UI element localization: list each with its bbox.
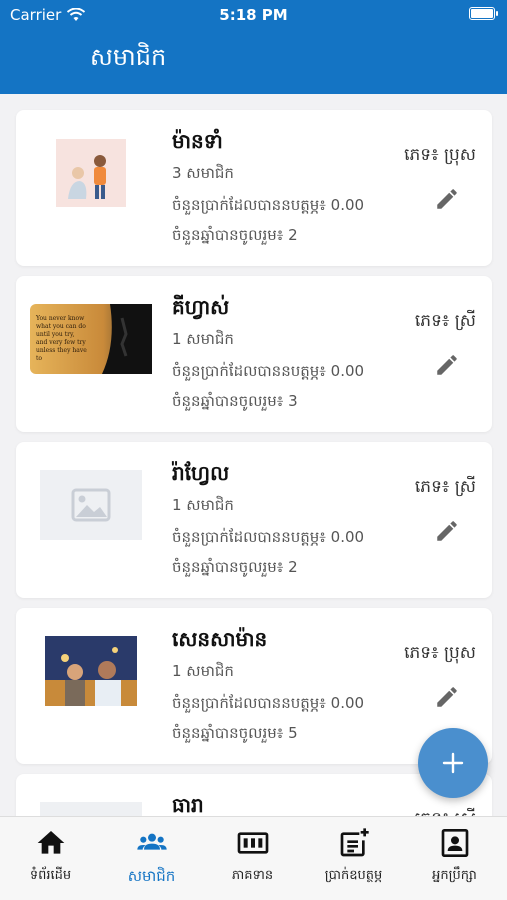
edit-icon[interactable] xyxy=(434,518,460,544)
advisor-icon xyxy=(441,829,468,857)
edit-icon[interactable] xyxy=(434,352,460,378)
member-name: ម៉ានទាំ xyxy=(172,129,223,153)
member-gender: ភេទ៖ ស្រី xyxy=(415,808,476,816)
member-card[interactable]: រ៉ាហ្វែល 1 សមាជិក ចំនួនប្រាក់ដែលបាននបត្ត… xyxy=(16,442,492,598)
app-header: Carrier 5:18 PM សមាជិក xyxy=(0,0,507,94)
add-member-button[interactable] xyxy=(418,728,488,798)
member-photo xyxy=(30,636,152,706)
member-years: ចំនួនឆ្នាំបានចូលរួម៖ 3 xyxy=(172,392,298,410)
shares-icon xyxy=(237,832,268,854)
svg-text:until you try,: until you try, xyxy=(36,331,75,338)
tab-advisor[interactable]: អ្នកប្រឹក្សា xyxy=(404,817,505,900)
edit-icon[interactable] xyxy=(434,684,460,710)
member-gender: ភេទ៖ ប្រុស xyxy=(404,643,476,663)
member-name: សេនសាម៉ាន xyxy=(172,627,268,651)
member-photo xyxy=(30,138,152,208)
member-years: ចំនួនឆ្នាំបានចូលរួម៖ 5 xyxy=(172,724,298,742)
bottom-tab-bar: ទំព័រដើម សមាជិក ភាគទាន ប្រាក់ឧបត្ថម្ភ អ្… xyxy=(0,816,507,900)
svg-text:unless they have: unless they have xyxy=(36,347,87,354)
plus-icon xyxy=(442,752,464,774)
member-count: 1 សមាជិក xyxy=(172,496,234,514)
member-count: 3 សមាជិក xyxy=(172,164,234,182)
tab-label: អ្នកប្រឹក្សា xyxy=(432,868,477,883)
svg-text:You never know: You never know xyxy=(35,315,85,322)
member-gender: ភេទ៖ ស្រី xyxy=(414,311,476,331)
member-amount: ចំនួនប្រាក់ដែលបាននបត្តម្ភ៖ 0.00 xyxy=(172,196,365,214)
member-amount: ចំនួនប្រាក់ដែលបាននបត្តម្ភ៖ 0.00 xyxy=(172,694,365,712)
member-gender: ភេទ៖ ស្រី xyxy=(414,477,476,497)
member-card[interactable]: You never know what you can do until you… xyxy=(16,276,492,432)
add-note-icon xyxy=(340,828,369,857)
member-years: ចំនួនឆ្នាំបានចូលរួម៖ 2 xyxy=(172,558,298,576)
battery-icon xyxy=(469,7,498,20)
member-card[interactable]: ម៉ានទាំ 3 សមាជិក ចំនួនប្រាក់ដែលបាននបត្តម… xyxy=(16,110,492,266)
svg-text:and very few try: and very few try xyxy=(36,339,86,346)
member-count: 1 សមាជិក xyxy=(172,662,234,680)
members-icon xyxy=(136,833,167,850)
tab-label: ប្រាក់ឧបត្ថម្ភ xyxy=(324,868,383,883)
tab-home[interactable]: ទំព័រដើម xyxy=(0,817,101,900)
member-amount: ចំនួនប្រាក់ដែលបាននបត្តម្ភ៖ 0.00 xyxy=(172,362,365,380)
tab-sponsorship[interactable]: ប្រាក់ឧបត្ថម្ភ xyxy=(303,817,404,900)
member-count: 1 សមាជិក xyxy=(172,330,234,348)
member-card[interactable]: សេនសាម៉ាន 1 សមាជិក ចំនួនប្រាក់ដែលបាននបត្… xyxy=(16,608,492,764)
svg-text:what you can do: what you can do xyxy=(36,323,86,330)
member-photo-placeholder xyxy=(30,470,152,540)
member-photo-placeholder xyxy=(30,802,152,816)
member-list[interactable]: ម៉ានទាំ 3 សមាជិក ចំនួនប្រាក់ដែលបាននបត្តម… xyxy=(0,94,507,816)
member-photo: You never know what you can do until you… xyxy=(30,304,152,374)
member-gender: ភេទ៖ ប្រុស xyxy=(404,145,476,165)
member-name: ធារា xyxy=(172,793,204,816)
tab-shares[interactable]: ភាគទាន xyxy=(202,817,303,900)
tab-members[interactable]: សមាជិក xyxy=(101,817,202,900)
home-icon xyxy=(37,831,64,854)
edit-icon[interactable] xyxy=(434,186,460,212)
svg-text:to: to xyxy=(36,355,42,362)
status-bar: Carrier 5:18 PM xyxy=(0,0,507,30)
member-name: រ៉ាហ្វែល xyxy=(172,461,230,485)
tab-label: ទំព័រដើម xyxy=(29,868,72,883)
member-card[interactable]: ធារា ភេទ៖ ស្រី xyxy=(16,774,492,816)
member-name: គីហ្វាស់ xyxy=(172,295,230,319)
page-title: សមាជិក xyxy=(90,43,167,71)
member-years: ចំនួនឆ្នាំបានចូលរួម៖ 2 xyxy=(172,226,298,244)
tab-label: ភាគទាន xyxy=(231,868,274,883)
member-amount: ចំនួនប្រាក់ដែលបាននបត្តម្ភ៖ 0.00 xyxy=(172,528,365,546)
tab-label: សមាជិក xyxy=(127,867,176,885)
status-time: 5:18 PM xyxy=(219,6,288,24)
